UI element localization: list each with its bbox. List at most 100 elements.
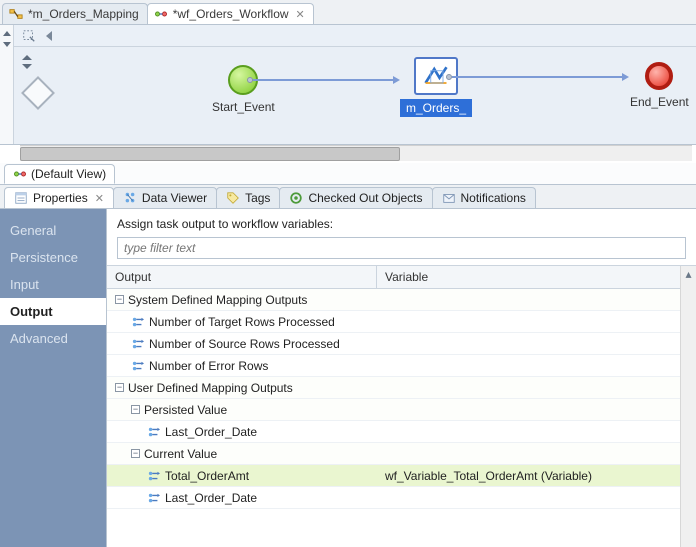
- end-event-node[interactable]: End_Event: [630, 62, 689, 109]
- palette-down-icon[interactable]: [22, 64, 32, 69]
- arrow-head-icon: [393, 76, 400, 84]
- default-view-tab[interactable]: (Default View): [4, 164, 115, 184]
- tag-icon: [226, 191, 240, 205]
- tree-collapse-icon[interactable]: −: [115, 295, 124, 304]
- cell-output: Number of Source Rows Processed: [107, 337, 377, 351]
- tab-tags-label: Tags: [245, 191, 270, 205]
- tab-notifications[interactable]: Notifications: [432, 187, 536, 208]
- filter-wrap: [117, 237, 686, 259]
- scroll-up-icon[interactable]: ▴: [681, 266, 696, 282]
- properties-main: Assign task output to workflow variables…: [106, 209, 696, 547]
- sidenav-advanced[interactable]: Advanced: [0, 325, 106, 352]
- default-view-label: (Default View): [31, 167, 106, 181]
- assign-label: Assign task output to workflow variables…: [107, 209, 696, 237]
- palette: [22, 55, 54, 113]
- tab-workflow[interactable]: *wf_Orders_Workflow ✕: [147, 3, 314, 24]
- sidenav-input[interactable]: Input: [0, 271, 106, 298]
- tab-checked-out[interactable]: Checked Out Objects: [279, 187, 432, 208]
- output-port-icon: [131, 316, 145, 328]
- tab-checked-out-label: Checked Out Objects: [308, 191, 422, 205]
- tree-collapse-icon[interactable]: −: [115, 383, 124, 392]
- output-port-icon: [147, 426, 161, 438]
- table-row[interactable]: −Current Value: [107, 443, 696, 465]
- table-row[interactable]: −System Defined Mapping Outputs: [107, 289, 696, 311]
- row-label: Last_Order_Date: [165, 491, 257, 505]
- mapping-task-label: m_Orders_: [400, 99, 472, 117]
- gateway-palette-item[interactable]: [21, 76, 55, 110]
- cell-output: Number of Error Rows: [107, 359, 377, 373]
- row-label: Last_Order_Date: [165, 425, 257, 439]
- view-strip: (Default View): [0, 163, 696, 185]
- start-event-node[interactable]: Start_Event: [212, 65, 275, 114]
- canvas-side-toolbar: [0, 25, 14, 144]
- output-table: Output Variable −System Defined Mapping …: [107, 265, 696, 547]
- checked-out-icon: [289, 191, 303, 205]
- tab-data-viewer[interactable]: Data Viewer: [113, 187, 217, 208]
- scroll-thumb[interactable]: [20, 147, 400, 161]
- row-label: Persisted Value: [144, 403, 227, 417]
- col-output-header[interactable]: Output: [107, 266, 377, 288]
- mapping-task-node[interactable]: m_Orders_: [400, 57, 472, 117]
- tab-notifications-label: Notifications: [461, 191, 526, 205]
- collapse-left-icon[interactable]: [46, 31, 52, 41]
- canvas-header: [14, 25, 696, 47]
- table-row[interactable]: Number of Target Rows Processed: [107, 311, 696, 333]
- tab-tags[interactable]: Tags: [216, 187, 280, 208]
- tab-mapping-label: *m_Orders_Mapping: [28, 7, 139, 21]
- table-row[interactable]: −User Defined Mapping Outputs: [107, 377, 696, 399]
- marquee-select-icon[interactable]: [22, 29, 36, 43]
- mapping-icon: [9, 7, 23, 21]
- vertical-scrollbar[interactable]: ▴: [680, 266, 696, 547]
- scroll-down-icon[interactable]: [3, 42, 11, 47]
- tree-collapse-icon[interactable]: −: [131, 405, 140, 414]
- output-port-icon: [147, 492, 161, 504]
- output-port-icon: [131, 360, 145, 372]
- cell-output: Total_OrderAmt: [107, 469, 377, 483]
- tab-workflow-label: *wf_Orders_Workflow: [173, 7, 289, 21]
- sidenav-general[interactable]: General: [0, 217, 106, 244]
- cell-output: Last_Order_Date: [107, 491, 377, 505]
- table-header: Output Variable: [107, 266, 696, 289]
- scroll-up-icon[interactable]: [3, 31, 11, 36]
- filter-input[interactable]: [117, 237, 686, 259]
- arrow-head-icon: [622, 73, 629, 81]
- properties-tab-row: Properties ✕ Data Viewer Tags Checked Ou…: [0, 185, 696, 209]
- editor-tab-row: *m_Orders_Mapping *wf_Orders_Workflow ✕: [0, 0, 696, 25]
- table-row[interactable]: Number of Source Rows Processed: [107, 333, 696, 355]
- tab-properties-label: Properties: [33, 191, 88, 205]
- connection-line: [452, 76, 622, 78]
- sidenav-output[interactable]: Output: [0, 298, 106, 325]
- table-row[interactable]: Number of Error Rows: [107, 355, 696, 377]
- cell-output: −Persisted Value: [107, 403, 377, 417]
- horizontal-scrollbar[interactable]: [20, 145, 692, 161]
- cell-output: −Current Value: [107, 447, 377, 461]
- row-label: User Defined Mapping Outputs: [128, 381, 293, 395]
- cell-variable[interactable]: wf_Variable_Total_OrderAmt (Variable): [377, 469, 696, 483]
- row-label: System Defined Mapping Outputs: [128, 293, 307, 307]
- table-row[interactable]: Last_Order_Date: [107, 487, 696, 509]
- close-icon[interactable]: ✕: [296, 8, 305, 21]
- table-row[interactable]: Total_OrderAmtwf_Variable_Total_OrderAmt…: [107, 465, 696, 487]
- row-label: Number of Source Rows Processed: [149, 337, 340, 351]
- output-port-icon: [131, 338, 145, 350]
- workflow-canvas: Start_Event m_Orders_ End_Event: [0, 25, 696, 145]
- row-label: Number of Error Rows: [149, 359, 268, 373]
- close-icon[interactable]: ✕: [95, 192, 104, 205]
- workflow-icon: [154, 7, 168, 21]
- table-row[interactable]: Last_Order_Date: [107, 421, 696, 443]
- end-event-icon: [645, 62, 673, 90]
- canvas-main[interactable]: Start_Event m_Orders_ End_Event: [14, 25, 696, 144]
- col-variable-header[interactable]: Variable: [377, 266, 696, 288]
- properties-icon: [14, 191, 28, 205]
- cell-output: −User Defined Mapping Outputs: [107, 381, 377, 395]
- tab-properties[interactable]: Properties ✕: [4, 187, 114, 208]
- table-row[interactable]: −Persisted Value: [107, 399, 696, 421]
- tab-data-viewer-label: Data Viewer: [142, 191, 207, 205]
- sidenav-persistence[interactable]: Persistence: [0, 244, 106, 271]
- palette-up-icon[interactable]: [22, 55, 32, 60]
- properties-body: General Persistence Input Output Advance…: [0, 209, 696, 547]
- tree-collapse-icon[interactable]: −: [131, 449, 140, 458]
- data-viewer-icon: [123, 191, 137, 205]
- cell-output: Last_Order_Date: [107, 425, 377, 439]
- tab-mapping[interactable]: *m_Orders_Mapping: [2, 3, 148, 24]
